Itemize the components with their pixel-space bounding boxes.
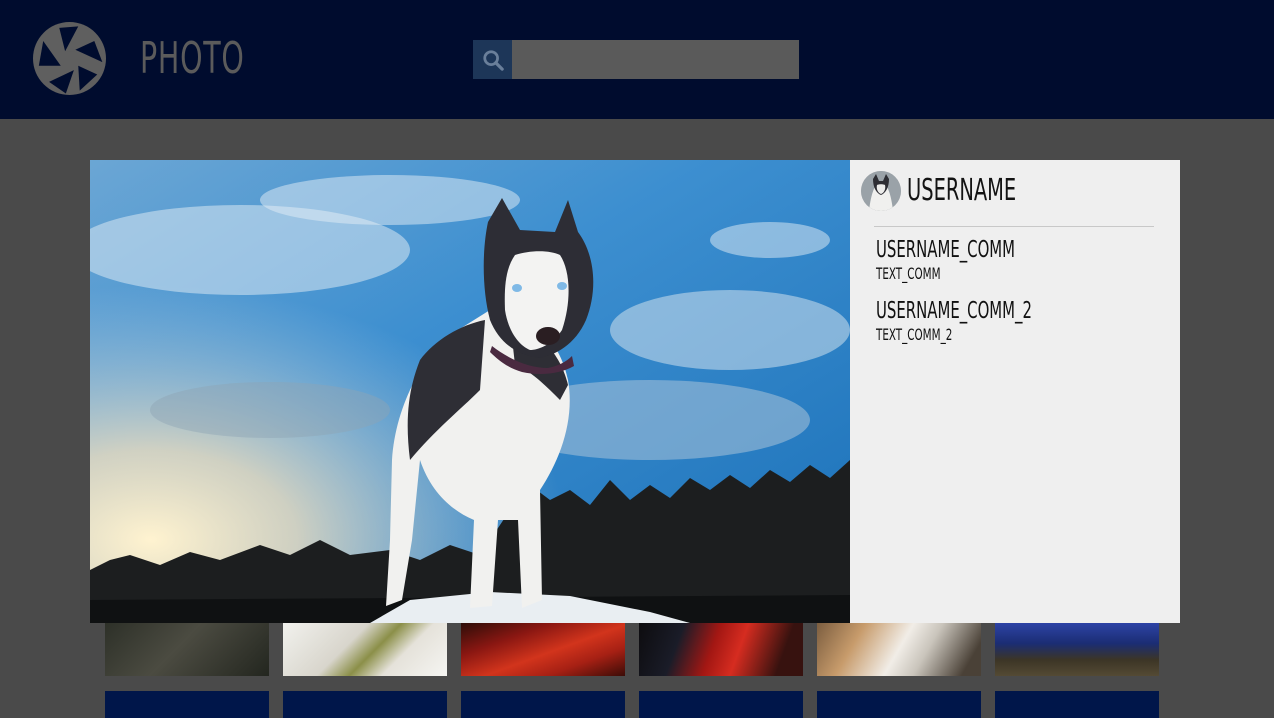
comments-panel: USERNAME USERNAME_COMM TEXT_COMM USERNAM… xyxy=(850,160,1180,623)
comment-text: TEXT_COMM_2 xyxy=(876,325,953,344)
modal-photo[interactable] xyxy=(90,160,850,623)
husky-photo xyxy=(90,160,850,623)
search-bar xyxy=(473,40,799,79)
gallery-thumbnail[interactable] xyxy=(995,622,1159,676)
gallery-thumbnail[interactable] xyxy=(283,622,447,676)
gallery-thumbnail[interactable] xyxy=(817,691,981,718)
gallery-thumbnail[interactable] xyxy=(639,691,803,718)
gallery-thumbnail[interactable] xyxy=(105,622,269,676)
search-icon xyxy=(482,49,504,71)
comment-text: TEXT_COMM xyxy=(876,264,941,283)
gallery-thumbnail[interactable] xyxy=(817,622,981,676)
comment-item: USERNAME_COMM TEXT_COMM xyxy=(876,236,1069,284)
comment-username[interactable]: USERNAME_COMM_2 xyxy=(876,297,1032,325)
user-avatar-image xyxy=(861,171,901,211)
divider xyxy=(874,226,1154,227)
gallery-thumbnail[interactable] xyxy=(639,622,803,676)
comment-item: USERNAME_COMM_2 TEXT_COMM_2 xyxy=(876,297,1093,345)
top-bar: PHOTO xyxy=(0,0,1274,119)
post-username[interactable]: USERNAME xyxy=(907,172,1016,210)
search-button[interactable] xyxy=(473,40,512,79)
search-input[interactable] xyxy=(512,40,799,79)
gallery-thumbnail[interactable] xyxy=(995,691,1159,718)
gallery-thumbnail[interactable] xyxy=(461,622,625,676)
avatar[interactable] xyxy=(861,171,901,211)
camera-aperture-icon[interactable] xyxy=(33,22,106,95)
photo-modal: USERNAME USERNAME_COMM TEXT_COMM USERNAM… xyxy=(90,160,1180,623)
comment-username[interactable]: USERNAME_COMM xyxy=(876,236,1015,264)
gallery-thumbnail[interactable] xyxy=(461,691,625,718)
brand-title: PHOTO xyxy=(140,33,245,84)
gallery-thumbnail[interactable] xyxy=(105,691,269,718)
gallery-thumbnail[interactable] xyxy=(283,691,447,718)
